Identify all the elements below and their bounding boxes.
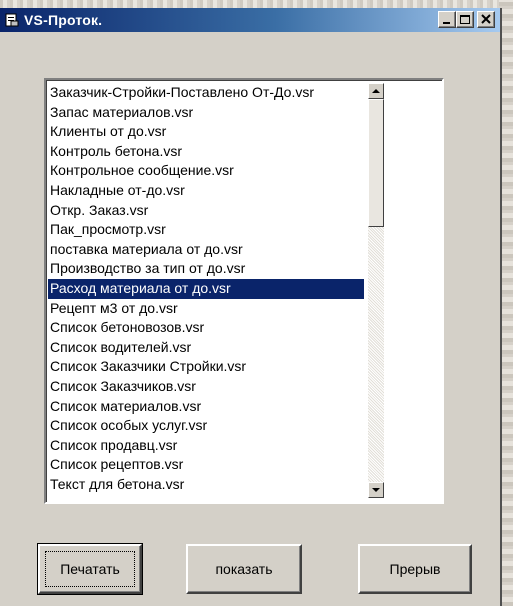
- abort-button[interactable]: Прерыв: [358, 544, 472, 594]
- maximize-button[interactable]: [456, 11, 474, 28]
- list-item[interactable]: Расход материала от до.vsr: [48, 278, 364, 299]
- list-item[interactable]: Список Заказчики Стройки.vsr: [48, 357, 364, 377]
- minimize-button[interactable]: [438, 11, 456, 28]
- list-item[interactable]: Накладные от-до.vsr: [48, 181, 364, 201]
- list-item[interactable]: Контроль бетона.vsr: [48, 142, 364, 162]
- list-item[interactable]: Список бетоновозов.vsr: [48, 318, 364, 338]
- show-button-label: показать: [215, 561, 273, 577]
- list-item[interactable]: Список Заказчиков.vsr: [48, 377, 364, 397]
- list-item[interactable]: Производство за тип от до.vsr: [48, 259, 364, 279]
- list-item[interactable]: Текст для бетона.vsr: [48, 475, 364, 495]
- print-button[interactable]: Печатать: [37, 543, 143, 595]
- list-item[interactable]: Список особых услуг.vsr: [48, 416, 364, 436]
- file-list-items: Заказчик-Стройки-Поставлено От-До.vsr Зап…: [48, 83, 364, 494]
- list-item[interactable]: Откр. Заказ.vsr: [48, 201, 364, 221]
- title-bar[interactable]: VS-Проток.: [0, 8, 500, 32]
- minimize-icon: [443, 22, 450, 24]
- list-item[interactable]: Список водителей.vsr: [48, 338, 364, 358]
- list-item[interactable]: Список материалов.vsr: [48, 397, 364, 417]
- list-item[interactable]: Заказчик-Стройки-Поставлено От-До.vsr: [48, 83, 364, 103]
- list-item[interactable]: Запас материалов.vsr: [48, 103, 364, 123]
- maximize-icon: [460, 15, 470, 24]
- scroll-down-button[interactable]: [368, 482, 384, 498]
- scroll-thumb[interactable]: [368, 99, 384, 227]
- close-button[interactable]: [477, 11, 495, 28]
- file-listbox[interactable]: Заказчик-Стройки-Поставлено От-До.vsr Зап…: [44, 78, 444, 504]
- list-item[interactable]: Список рецептов.vsr: [48, 455, 364, 475]
- arrow-down-icon: [372, 488, 380, 492]
- close-icon: [481, 14, 491, 24]
- window-title: VS-Проток.: [24, 12, 103, 28]
- document-icon: [5, 13, 19, 27]
- list-item[interactable]: Клиенты от до.vsr: [48, 122, 364, 142]
- list-item[interactable]: Контрольное сообщение.vsr: [48, 161, 364, 181]
- list-item[interactable]: Список продавц.vsr: [48, 436, 364, 456]
- list-item[interactable]: Пак_просмотр.vsr: [48, 220, 364, 240]
- scroll-up-button[interactable]: [368, 83, 384, 99]
- arrow-up-icon: [372, 89, 380, 93]
- focus-rectangle: [45, 551, 135, 587]
- list-item[interactable]: Рецепт м3 от до.vsr: [48, 299, 364, 319]
- app-window: VS-Проток. Заказчик-Стройки-Поставлено О…: [0, 8, 502, 606]
- abort-button-label: Прерыв: [389, 561, 441, 577]
- vertical-scrollbar[interactable]: [368, 83, 384, 498]
- show-button[interactable]: показать: [186, 544, 302, 594]
- list-item[interactable]: поставка материала от до.vsr: [48, 240, 364, 260]
